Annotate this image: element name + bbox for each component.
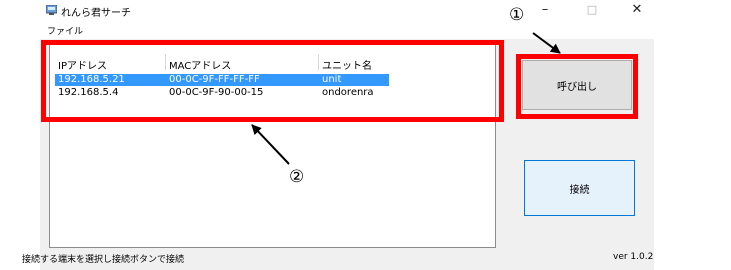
arrow-to-call-button [532, 32, 561, 54]
annotation-arrows [251, 32, 561, 165]
arrow-to-device-list [251, 124, 290, 165]
